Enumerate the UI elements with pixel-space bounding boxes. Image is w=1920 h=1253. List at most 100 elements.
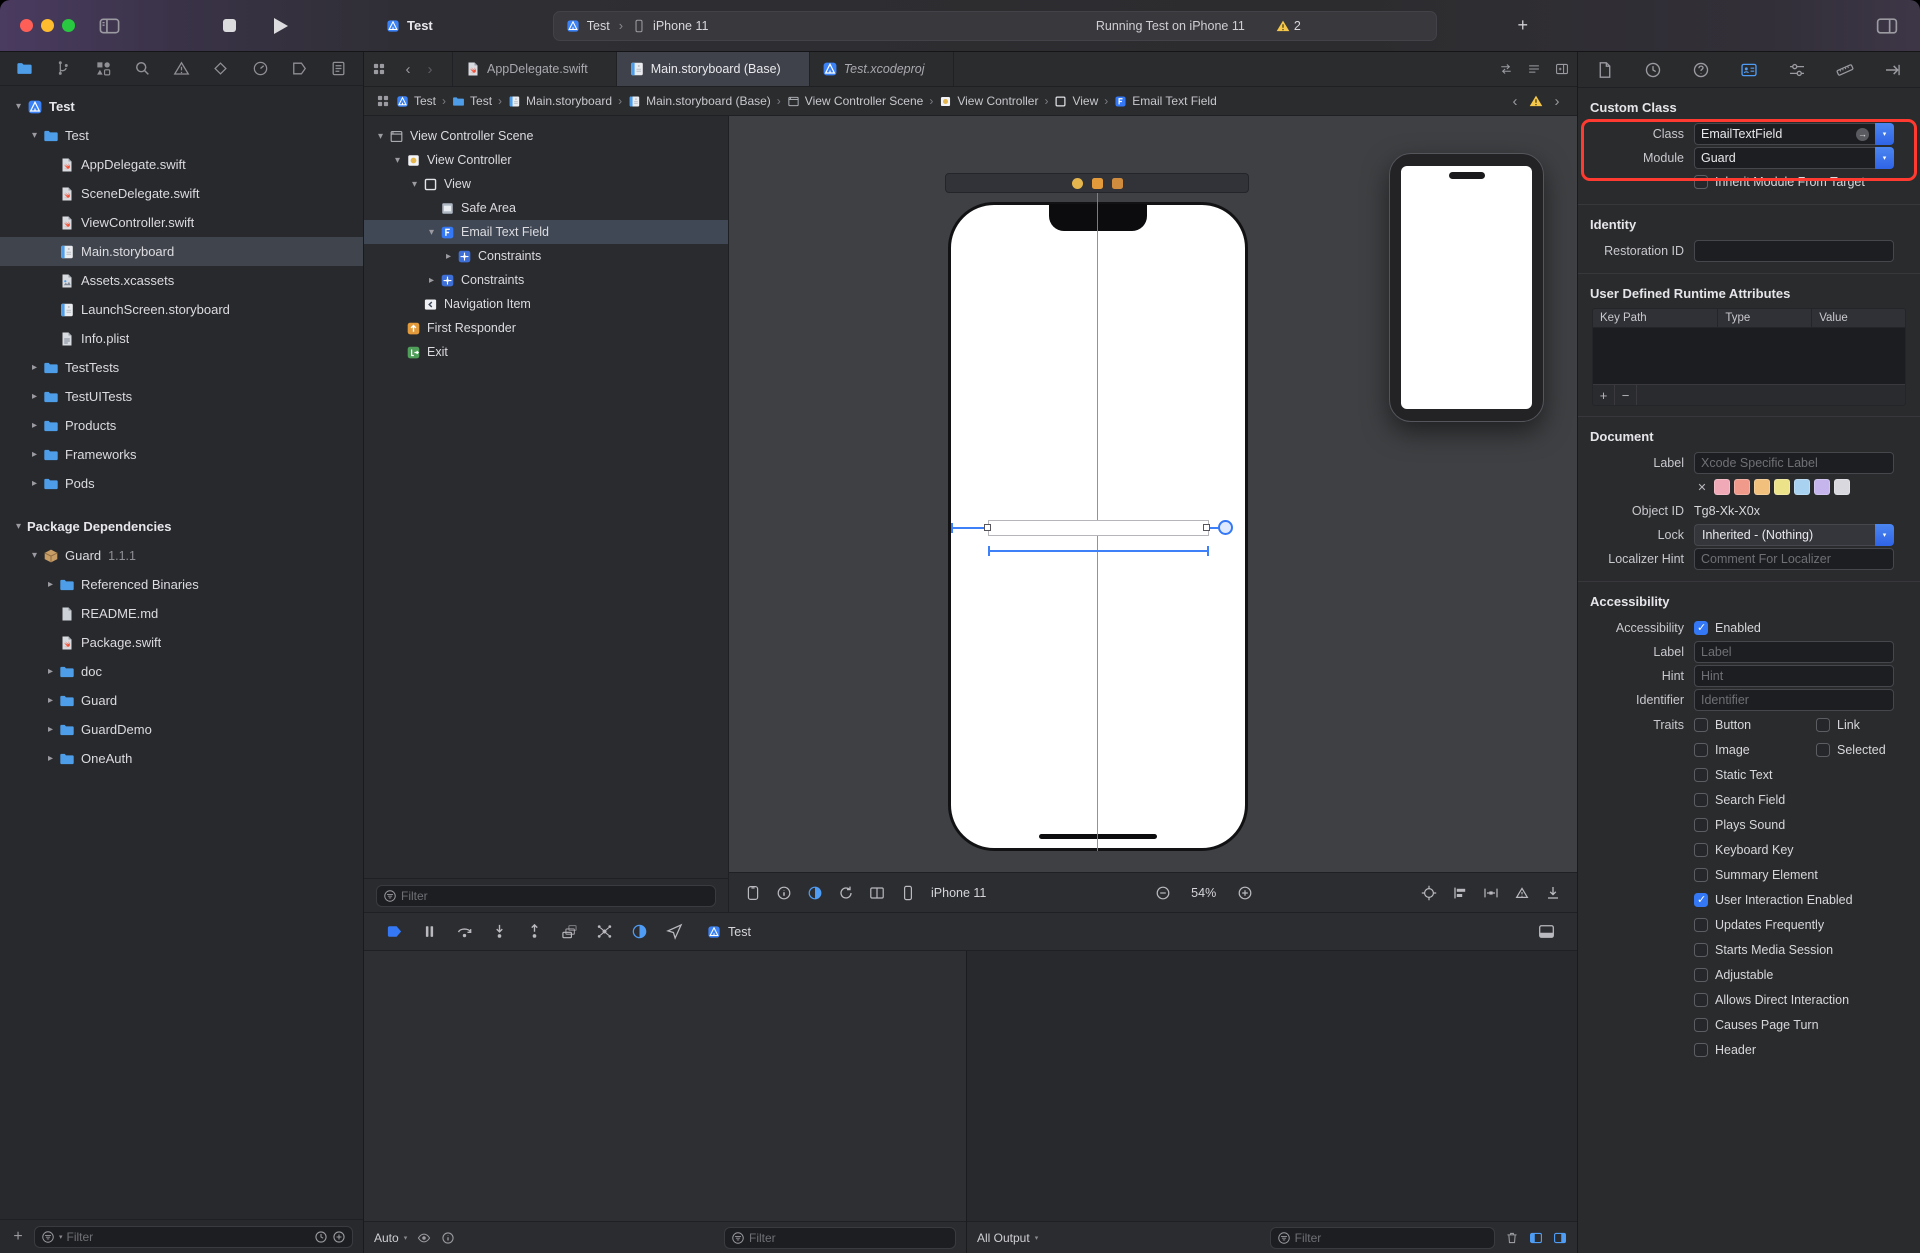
navigator-item[interactable]: Package.swift	[0, 628, 363, 657]
navigator-item[interactable]: ▾Guard1.1.1	[0, 541, 363, 570]
label-color-swatch[interactable]	[1734, 479, 1750, 495]
trait-updates-frequently[interactable]: Updates Frequently	[1694, 918, 1824, 932]
debug-navigator-icon[interactable]	[252, 60, 269, 77]
show-console-view-icon[interactable]	[1553, 1231, 1567, 1245]
debug-view-hierarchy-icon[interactable]	[561, 923, 578, 940]
outline-row[interactable]: Exit	[364, 340, 728, 364]
storyboard-canvas[interactable]: iPhone 11 54%	[729, 116, 1577, 912]
update-frames-icon[interactable]	[1545, 885, 1561, 901]
quick-help-inspector-tab[interactable]	[1692, 61, 1710, 79]
disclosure-closed-icon[interactable]: ▸	[26, 478, 43, 489]
restoration-id-field[interactable]	[1694, 240, 1894, 262]
view-controller-dock-icon[interactable]	[1072, 178, 1083, 189]
breakpoint-navigator-icon[interactable]	[291, 60, 308, 77]
outline-row[interactable]: ▸Constraints	[364, 244, 728, 268]
class-dropdown-button[interactable]: ▾	[1875, 123, 1894, 145]
toggle-navigator-icon[interactable]	[99, 17, 120, 35]
canvas-device-name[interactable]: iPhone 11	[931, 886, 986, 900]
accessibility-preview-icon[interactable]	[776, 885, 792, 901]
accessibility-label-field[interactable]: Label	[1694, 641, 1894, 663]
module-dropdown-button[interactable]: ▾	[1875, 147, 1894, 169]
environment-overrides-icon[interactable]	[631, 923, 648, 940]
find-navigator-icon[interactable]	[134, 60, 151, 77]
editor-tab[interactable]: Test.xcodeproj	[810, 52, 954, 86]
navigator-item[interactable]: ViewController.swift	[0, 208, 363, 237]
selection-knob[interactable]	[1218, 520, 1233, 535]
outline-row[interactable]: First Responder	[364, 316, 728, 340]
variables-scope-popup[interactable]: Auto ▾	[374, 1231, 407, 1245]
show-variables-view-icon[interactable]	[1529, 1231, 1543, 1245]
accessibility-hint-field[interactable]: Hint	[1694, 665, 1894, 687]
checkbox[interactable]	[1694, 621, 1708, 635]
navigator-item[interactable]: ▸TestUITests	[0, 382, 363, 411]
trait-allows-direct-interaction[interactable]: Allows Direct Interaction	[1694, 993, 1849, 1007]
runtime-attributes-body[interactable]	[1593, 328, 1905, 384]
pause-execution-icon[interactable]	[421, 923, 438, 940]
add-constraints-icon[interactable]	[1483, 885, 1499, 901]
trait-summary-element[interactable]: Summary Element	[1694, 868, 1818, 882]
breadcrumb-item[interactable]: View Controller	[939, 94, 1038, 108]
trait-keyboard-key[interactable]: Keyboard Key	[1694, 843, 1794, 857]
add-file-button[interactable]: +	[10, 1228, 26, 1246]
step-into-icon[interactable]	[491, 923, 508, 940]
warning-badge[interactable]: 2	[1276, 19, 1301, 33]
checkbox[interactable]	[1694, 175, 1708, 189]
class-field[interactable]: EmailTextField → ▾	[1694, 123, 1894, 145]
connections-inspector-tab[interactable]	[1884, 61, 1902, 79]
navigator-item[interactable]: ▸OneAuth	[0, 744, 363, 773]
zoom-in-icon[interactable]	[1237, 885, 1253, 901]
add-editor-icon[interactable]	[1555, 62, 1569, 76]
disclosure-closed-icon[interactable]: ▸	[42, 724, 59, 735]
source-control-navigator-icon[interactable]	[55, 60, 72, 77]
issue-navigator-icon[interactable]	[173, 60, 190, 77]
disclosure-open-icon[interactable]: ▾	[389, 155, 406, 166]
scheme-destination[interactable]: iPhone 11	[653, 19, 708, 33]
outline-row[interactable]: ▸Constraints	[364, 268, 728, 292]
disclosure-closed-icon[interactable]: ▸	[26, 420, 43, 431]
editor-tab[interactable]: AppDelegate.swift	[453, 52, 617, 86]
disclosure-open-icon[interactable]: ▾	[372, 131, 389, 142]
checkbox[interactable]	[1694, 893, 1708, 907]
checkbox[interactable]	[1694, 1043, 1708, 1057]
variables-filter-field[interactable]: Filter	[724, 1227, 956, 1249]
project-navigator-icon[interactable]	[16, 60, 33, 77]
jump-to-class-icon[interactable]: →	[1856, 128, 1869, 141]
label-color-swatch[interactable]	[1754, 479, 1770, 495]
navigator-item[interactable]: ▸Products	[0, 411, 363, 440]
checkbox[interactable]	[1694, 793, 1708, 807]
zoom-window-button[interactable]	[62, 19, 75, 32]
trait-selected[interactable]: Selected	[1816, 743, 1886, 757]
running-process[interactable]: Test	[707, 925, 751, 939]
stop-button[interactable]	[216, 13, 242, 39]
simulate-location-icon[interactable]	[666, 923, 683, 940]
localizer-hint-field[interactable]: Comment For Localizer	[1694, 548, 1894, 570]
breadcrumb-item[interactable]: Main.storyboard (Base)	[628, 94, 771, 108]
run-button[interactable]	[268, 13, 294, 39]
selection-handle-left[interactable]	[984, 524, 991, 531]
first-responder-dock-icon[interactable]	[1092, 178, 1103, 189]
disclosure-open-icon[interactable]: ▾	[406, 179, 423, 190]
tab-overview-icon[interactable]	[372, 62, 386, 76]
navigator-item[interactable]: ▸GuardDemo	[0, 715, 363, 744]
previous-issue-button[interactable]: ‹	[1507, 93, 1523, 110]
console-output[interactable]	[967, 951, 1577, 1221]
checkbox[interactable]	[1694, 718, 1708, 732]
clear-console-icon[interactable]	[1505, 1231, 1519, 1245]
navigator-item[interactable]: Info.plist	[0, 324, 363, 353]
email-text-field[interactable]	[988, 520, 1209, 536]
outline-row[interactable]: Navigation Item	[364, 292, 728, 316]
navigator-item[interactable]: Main.storyboard	[0, 237, 363, 266]
navigator-item[interactable]: ▸Guard	[0, 686, 363, 715]
appearance-toggle-icon[interactable]	[807, 885, 823, 901]
breadcrumb-item[interactable]: Test	[396, 94, 436, 108]
navigator-item[interactable]: ▾Package Dependencies	[0, 512, 363, 541]
breakpoints-toggle-icon[interactable]	[386, 923, 403, 940]
navigator-item[interactable]: AppDelegate.swift	[0, 150, 363, 179]
trait-link[interactable]: Link	[1816, 718, 1860, 732]
navigator-item[interactable]: ▸Pods	[0, 469, 363, 498]
trait-causes-page-turn[interactable]: Causes Page Turn	[1694, 1018, 1819, 1032]
checkbox[interactable]	[1694, 818, 1708, 832]
checkbox[interactable]	[1694, 868, 1708, 882]
trait-static-text[interactable]: Static Text	[1694, 768, 1772, 782]
editor-swap-icon[interactable]	[1499, 62, 1513, 76]
